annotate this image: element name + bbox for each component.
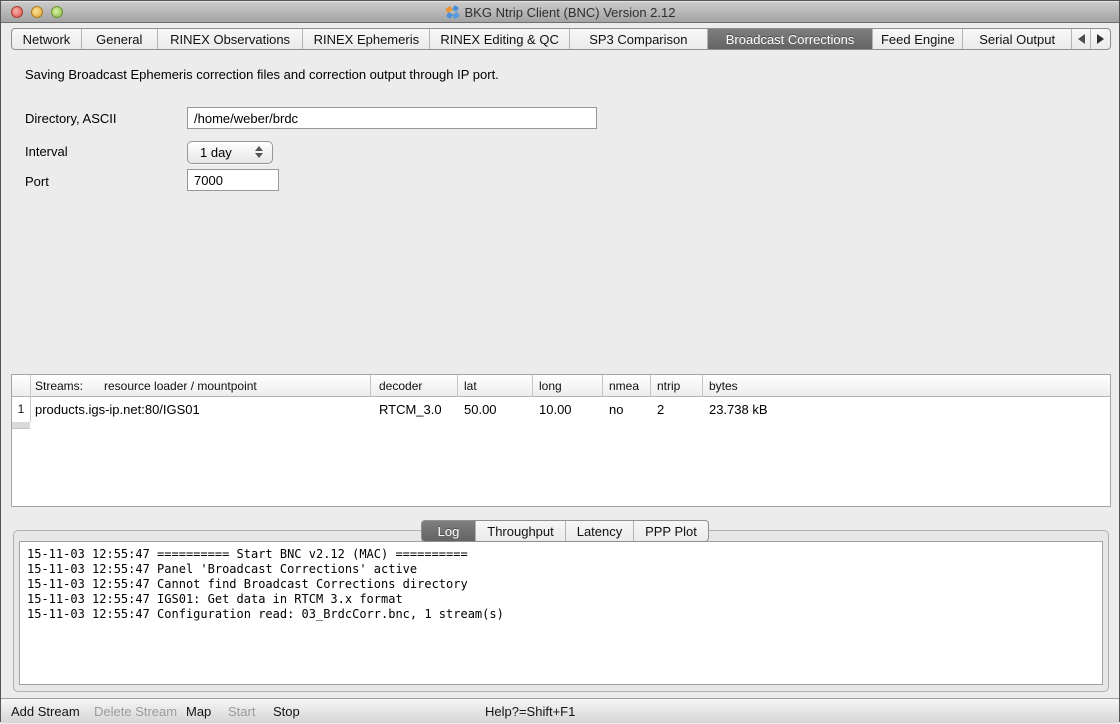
tab-log[interactable]: Log (422, 521, 476, 541)
interval-label: Interval (25, 144, 68, 159)
column-header-mountpoint: resource loader / mountpoint (104, 375, 257, 397)
column-header-long: long (539, 375, 562, 397)
directory-ascii-input[interactable] (187, 107, 597, 129)
title-bar: BKG Ntrip Client (BNC) Version 2.12 (1, 1, 1119, 23)
log-line: 15-11-03 12:55:47 Panel 'Broadcast Corre… (27, 562, 1102, 577)
column-header-decoder: decoder (379, 375, 422, 397)
tab-throughput[interactable]: Throughput (476, 521, 566, 541)
cell-mountpoint: products.igs-ip.net:80/IGS01 (35, 397, 200, 422)
tab-latency[interactable]: Latency (566, 521, 634, 541)
directory-ascii-label: Directory, ASCII (25, 111, 117, 126)
log-line: 15-11-03 12:55:47 Cannot find Broadcast … (27, 577, 1102, 592)
port-input[interactable] (187, 169, 279, 191)
column-header-bytes: bytes (709, 375, 738, 397)
log-line: 15-11-03 12:55:47 Configuration read: 03… (27, 607, 1102, 622)
status-bar: Add Stream Delete Stream Map Start Stop … (1, 698, 1119, 723)
cell-lat: 50.00 (464, 397, 497, 422)
column-header-nmea: nmea (609, 375, 639, 397)
streams-table: Streams: resource loader / mountpoint de… (11, 374, 1111, 507)
streams-table-header: Streams: resource loader / mountpoint de… (12, 375, 1110, 397)
log-tab-bar: Log Throughput Latency PPP Plot (421, 520, 709, 542)
panel-description: Saving Broadcast Ephemeris correction fi… (25, 67, 499, 82)
combobox-stepper-icon (255, 146, 263, 158)
window-title: BKG Ntrip Client (BNC) Version 2.12 (465, 5, 676, 20)
table-row[interactable]: products.igs-ip.net:80/IGS01 RTCM_3.0 50… (12, 397, 1110, 422)
column-header-ntrip: ntrip (657, 375, 680, 397)
scroll-right-icon (1097, 34, 1104, 44)
tab-broadcast-corrections[interactable]: Broadcast Corrections (708, 29, 874, 49)
cell-bytes: 23.738 kB (709, 397, 768, 422)
stop-button[interactable]: Stop (273, 699, 300, 724)
tab-feed-engine[interactable]: Feed Engine (873, 29, 963, 49)
cell-decoder: RTCM_3.0 (379, 397, 442, 422)
log-text-area: 15-11-03 12:55:47 ========== Start BNC v… (19, 541, 1103, 685)
tab-network[interactable]: Network (12, 29, 82, 49)
help-shortcut-label: Help?=Shift+F1 (485, 699, 575, 724)
cell-ntrip: 2 (657, 397, 664, 422)
column-header-lat: lat (464, 375, 477, 397)
cell-long: 10.00 (539, 397, 572, 422)
tab-serial-output[interactable]: Serial Output (963, 29, 1072, 49)
add-stream-button[interactable]: Add Stream (11, 699, 80, 724)
streams-header-label: Streams: (35, 375, 83, 397)
scroll-left-icon (1078, 34, 1085, 44)
delete-stream-button: Delete Stream (94, 699, 177, 724)
log-line: 15-11-03 12:55:47 ========== Start BNC v… (27, 547, 1102, 562)
port-label: Port (25, 174, 49, 189)
tab-rinex-ephemeris[interactable]: RINEX Ephemeris (303, 29, 430, 49)
row-header-stub (12, 422, 30, 429)
cell-nmea: no (609, 397, 623, 422)
tab-sp3-comparison[interactable]: SP3 Comparison (570, 29, 708, 49)
map-button[interactable]: Map (186, 699, 211, 724)
log-line: 15-11-03 12:55:47 IGS01: Get data in RTC… (27, 592, 1102, 607)
tab-scroll-left-button[interactable] (1072, 29, 1091, 49)
tab-rinex-editing-qc[interactable]: RINEX Editing & QC (430, 29, 570, 49)
log-panel: 15-11-03 12:55:47 ========== Start BNC v… (13, 530, 1109, 692)
start-button: Start (228, 699, 255, 724)
interval-selected-value: 1 day (200, 145, 232, 160)
app-window: BKG Ntrip Client (BNC) Version 2.12 Netw… (0, 0, 1120, 722)
tab-scroll-right-button[interactable] (1091, 29, 1110, 49)
app-icon (445, 5, 460, 20)
tab-ppp-plot[interactable]: PPP Plot (634, 521, 708, 541)
main-tab-bar: Network General RINEX Observations RINEX… (11, 28, 1111, 50)
tab-rinex-observations[interactable]: RINEX Observations (158, 29, 304, 49)
tab-general[interactable]: General (82, 29, 158, 49)
interval-select[interactable]: 1 day (187, 141, 273, 164)
